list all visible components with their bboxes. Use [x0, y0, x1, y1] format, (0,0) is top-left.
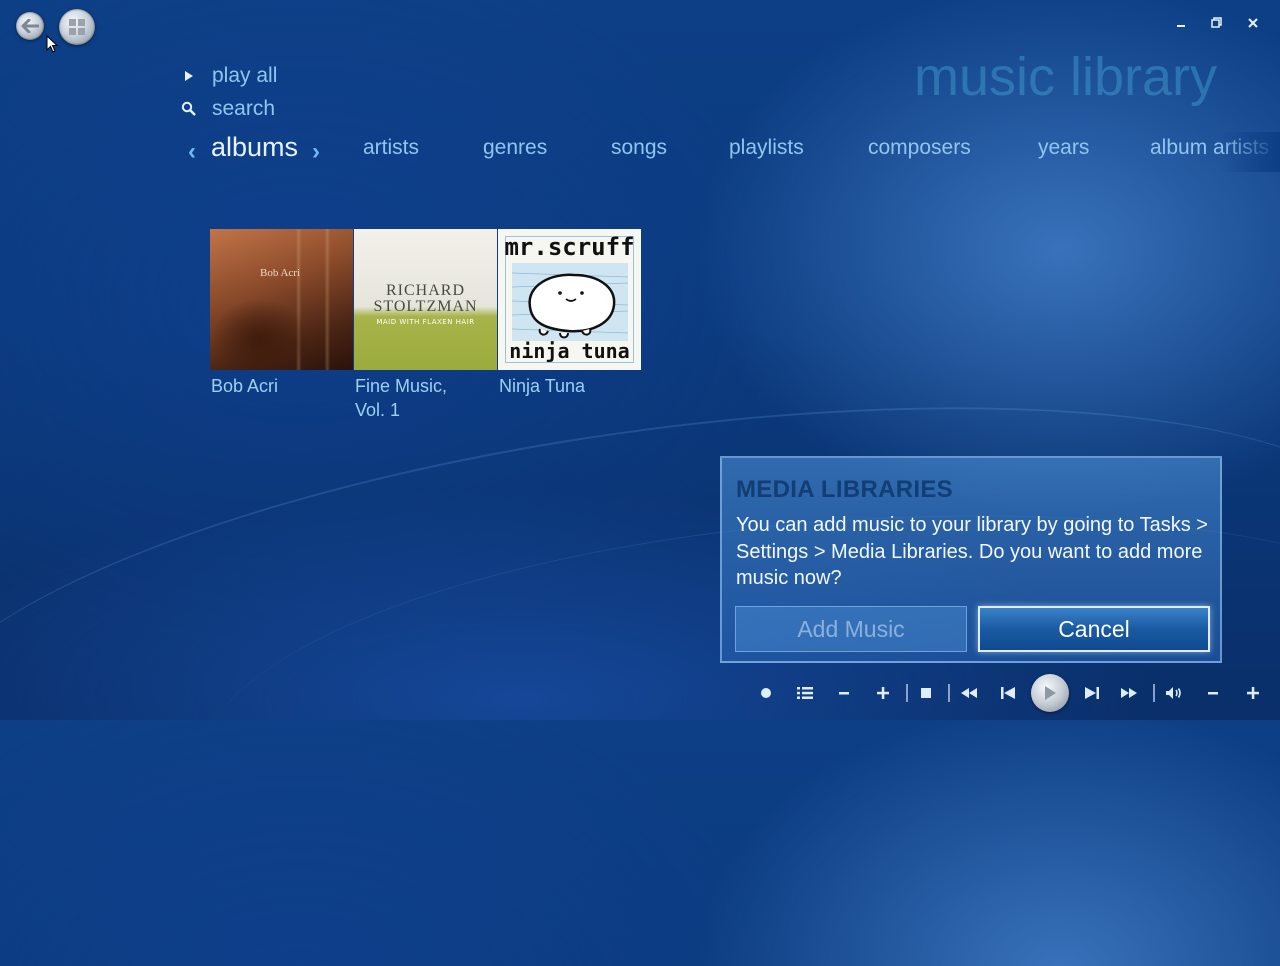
- close-button[interactable]: [1235, 12, 1271, 34]
- list-icon: [797, 687, 813, 699]
- tab-artists[interactable]: artists: [363, 136, 419, 160]
- album-tile[interactable]: RICHARD STOLTZMAN MAID WITH FLAXEN HAIR …: [354, 229, 497, 422]
- chevron-right-icon[interactable]: ›: [312, 138, 320, 166]
- dialog-message: You can add music to your library by goi…: [736, 514, 1208, 589]
- add-music-button[interactable]: Add Music: [735, 606, 967, 652]
- minus-icon: [839, 692, 849, 695]
- minimize-button[interactable]: [1163, 12, 1199, 34]
- album-title-line1: Fine Music,: [355, 376, 448, 396]
- media-libraries-dialog: MEDIA LIBRARIES You can add music to you…: [720, 456, 1222, 663]
- dialog-title: MEDIA LIBRARIES: [736, 476, 953, 503]
- album-cover: Bob Acri: [210, 229, 353, 370]
- tab-songs[interactable]: songs: [611, 136, 667, 160]
- volume-up-button[interactable]: [1242, 672, 1264, 714]
- fade-edge: [1220, 132, 1280, 172]
- album-tile[interactable]: Bob Acri Bob Acri: [210, 229, 353, 398]
- album-title: Fine Music, Vol. 1: [355, 374, 497, 422]
- plus-icon: [1247, 687, 1259, 699]
- stop-button[interactable]: [916, 672, 936, 714]
- tab-playlists[interactable]: playlists: [729, 136, 804, 160]
- channel-up-button[interactable]: [872, 672, 894, 714]
- next-button[interactable]: [1080, 672, 1104, 714]
- volume-down-button[interactable]: [1202, 672, 1224, 714]
- minus-icon: [1208, 692, 1218, 695]
- restore-button[interactable]: [1199, 12, 1235, 34]
- chevron-left-icon[interactable]: ‹: [188, 138, 196, 166]
- plus-icon: [877, 687, 889, 699]
- guide-button[interactable]: [794, 672, 816, 714]
- stop-icon: [921, 688, 931, 698]
- channel-down-button[interactable]: [834, 672, 854, 714]
- tab-years[interactable]: years: [1038, 136, 1089, 160]
- window-controls: [1163, 12, 1271, 34]
- skip-next-icon: [1085, 687, 1099, 699]
- cover-bottom-text: ninja tuna: [509, 339, 630, 363]
- play-icon: [180, 70, 198, 82]
- cover-illustration: [512, 263, 628, 341]
- cover-top-text: mr.scruff: [504, 233, 635, 261]
- separator: [1153, 684, 1155, 702]
- rewind-icon: [961, 688, 977, 698]
- cover-subtitle: MAID WITH FLAXEN HAIR: [376, 318, 475, 326]
- mouse-cursor-icon: [46, 35, 58, 53]
- record-icon: [761, 688, 771, 698]
- album-title-line2: Vol. 1: [355, 400, 401, 420]
- cover-text: Bob Acri: [260, 267, 301, 279]
- search-button[interactable]: search: [180, 97, 275, 121]
- separator: [948, 684, 950, 702]
- windows-logo-icon: [69, 19, 85, 35]
- back-button[interactable]: [16, 12, 44, 40]
- back-arrow-icon: [21, 19, 39, 33]
- close-icon: [1248, 18, 1258, 28]
- fast-forward-button[interactable]: [1116, 672, 1142, 714]
- restore-icon: [1211, 17, 1222, 28]
- play-all-label: play all: [212, 64, 278, 87]
- fast-forward-icon: [1121, 688, 1137, 698]
- play-all-button[interactable]: play all: [180, 64, 277, 88]
- record-button[interactable]: [756, 672, 776, 714]
- cover-artist-line1: RICHARD: [385, 282, 465, 299]
- tab-composers[interactable]: composers: [868, 136, 971, 160]
- tab-genres[interactable]: genres: [483, 136, 547, 160]
- play-pause-button[interactable]: [1030, 672, 1070, 714]
- album-cover: mr.scruff ninja tuna: [498, 229, 641, 370]
- cancel-button[interactable]: Cancel: [978, 606, 1210, 652]
- skip-previous-icon: [1001, 687, 1015, 699]
- cover-artist-line2: STOLTZMAN: [373, 298, 478, 315]
- minimize-icon: [1177, 25, 1185, 27]
- album-title: Ninja Tuna: [499, 376, 586, 396]
- album-cover: RICHARD STOLTZMAN MAID WITH FLAXEN HAIR: [354, 229, 497, 370]
- transport-controls: [750, 672, 1270, 714]
- album-tile[interactable]: mr.scruff ninja tuna Ninja Tuna: [498, 229, 641, 398]
- album-title: Bob Acri: [211, 376, 279, 396]
- search-icon: [180, 101, 198, 117]
- rewind-button[interactable]: [956, 672, 982, 714]
- play-icon: [1045, 686, 1056, 700]
- page-title: music library: [914, 47, 1218, 107]
- separator: [906, 684, 908, 702]
- search-label: search: [212, 97, 276, 120]
- previous-button[interactable]: [996, 672, 1020, 714]
- category-pivot: ‹ albums › artists genres songs playlist…: [0, 132, 1280, 172]
- tab-albums[interactable]: albums: [211, 132, 298, 163]
- speaker-icon: [1166, 687, 1181, 699]
- start-button[interactable]: [59, 9, 95, 45]
- mute-button[interactable]: [1162, 672, 1186, 714]
